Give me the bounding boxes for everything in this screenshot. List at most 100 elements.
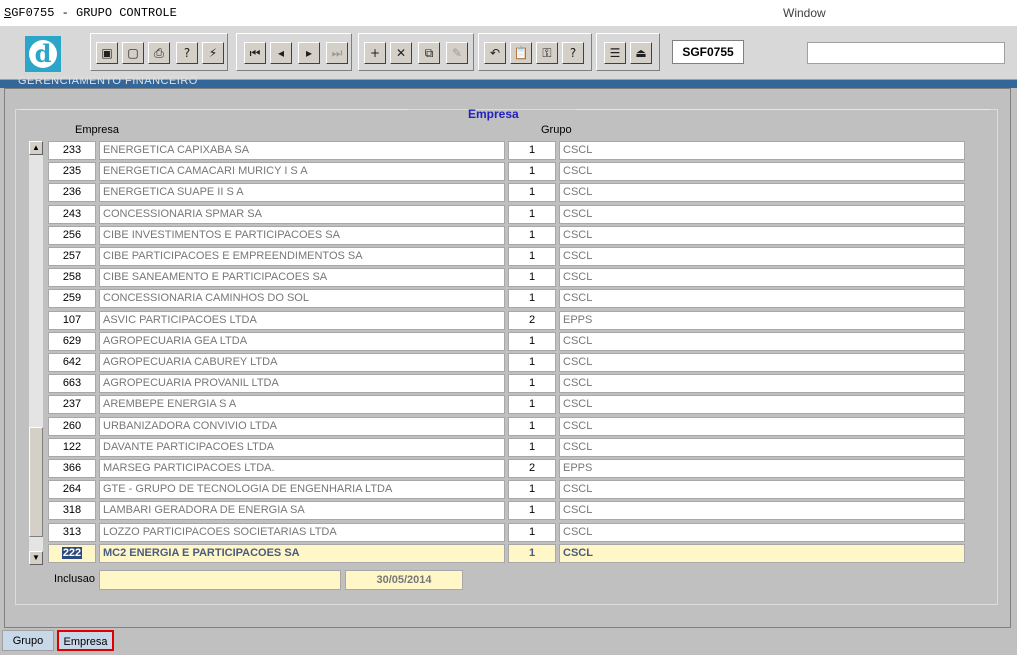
- grupo-name-field[interactable]: CSCL: [559, 353, 965, 372]
- grupo-code-field[interactable]: 2: [508, 459, 556, 478]
- grupo-code-field[interactable]: 1: [508, 225, 556, 245]
- empresa-code-field[interactable]: 233: [48, 141, 96, 160]
- first-record-icon[interactable]: ⏮: [244, 42, 266, 64]
- empresa-code-field[interactable]: 236: [48, 183, 96, 203]
- grupo-name-field[interactable]: CSCL: [559, 374, 965, 394]
- empresa-code-field[interactable]: 642: [48, 353, 96, 372]
- query-icon[interactable]: ?: [176, 42, 198, 64]
- empresa-code-field[interactable]: 260: [48, 416, 96, 436]
- empresa-name-field[interactable]: MC2 ENERGIA E PARTICIPACOES SA: [99, 543, 505, 563]
- empresa-code-field[interactable]: 259: [48, 289, 96, 309]
- grupo-name-field[interactable]: CSCL: [559, 543, 965, 563]
- grupo-name-field[interactable]: CSCL: [559, 289, 965, 309]
- grupo-code-field[interactable]: 1: [508, 183, 556, 203]
- grupo-name-field[interactable]: CSCL: [559, 268, 965, 288]
- empresa-name-field[interactable]: ASVIC PARTICIPACOES LTDA: [99, 310, 505, 330]
- undo-icon[interactable]: ↶: [484, 42, 506, 64]
- empresa-code-field[interactable]: 122: [48, 437, 96, 457]
- exit-icon[interactable]: ⏏: [630, 42, 652, 64]
- grupo-code-field[interactable]: 1: [508, 543, 556, 563]
- grupo-code-field[interactable]: 1: [508, 522, 556, 542]
- grupo-name-field[interactable]: CSCL: [559, 183, 965, 203]
- empresa-code-field[interactable]: 235: [48, 162, 96, 182]
- empresa-name-field[interactable]: MARSEG PARTICIPACOES LTDA.: [99, 459, 505, 478]
- key-icon[interactable]: ⚿: [536, 42, 558, 64]
- last-record-icon[interactable]: ⏭: [326, 42, 348, 64]
- grupo-code-field[interactable]: 1: [508, 437, 556, 457]
- empresa-name-field[interactable]: CIBE INVESTIMENTOS E PARTICIPACOES SA: [99, 225, 505, 245]
- grupo-name-field[interactable]: CSCL: [559, 247, 965, 266]
- empresa-name-field[interactable]: CONCESSIONARIA CAMINHOS DO SOL: [99, 289, 505, 309]
- empresa-code-field[interactable]: 243: [48, 204, 96, 224]
- empresa-code-field[interactable]: 318: [48, 501, 96, 521]
- empresa-name-field[interactable]: ENERGETICA SUAPE II S A: [99, 183, 505, 203]
- grupo-name-field[interactable]: CSCL: [559, 225, 965, 245]
- grupo-code-field[interactable]: 1: [508, 395, 556, 415]
- menu-window[interactable]: Window: [783, 6, 826, 20]
- empresa-code-field[interactable]: 629: [48, 331, 96, 351]
- grupo-code-field[interactable]: 2: [508, 310, 556, 330]
- empresa-code-field[interactable]: 264: [48, 480, 96, 500]
- menu-icon[interactable]: ☰: [604, 42, 626, 64]
- grupo-code-field[interactable]: 1: [508, 416, 556, 436]
- records-scrollbar[interactable]: ▲ ▼: [29, 141, 43, 565]
- empresa-name-field[interactable]: CIBE SANEAMENTO E PARTICIPACOES SA: [99, 268, 505, 288]
- empresa-code-field[interactable]: 237: [48, 395, 96, 415]
- empresa-code-field[interactable]: 313: [48, 522, 96, 542]
- delete-record-icon[interactable]: ✕: [390, 42, 412, 64]
- edit-icon[interactable]: ✎: [446, 42, 468, 64]
- empresa-name-field[interactable]: DAVANTE PARTICIPACOES LTDA: [99, 437, 505, 457]
- empresa-code-field[interactable]: 107: [48, 310, 96, 330]
- empresa-name-field[interactable]: CONCESSIONARIA SPMAR SA: [99, 204, 505, 224]
- insert-record-icon[interactable]: +: [364, 42, 386, 64]
- grupo-code-field[interactable]: 1: [508, 162, 556, 182]
- inclusao-user-field[interactable]: [99, 570, 341, 590]
- empresa-name-field[interactable]: AREMBEPE ENERGIA S A: [99, 395, 505, 415]
- empresa-code-field[interactable]: 256: [48, 225, 96, 245]
- scroll-thumb[interactable]: [29, 427, 43, 537]
- grupo-code-field[interactable]: 1: [508, 374, 556, 394]
- empresa-code-field[interactable]: 222: [48, 543, 96, 563]
- grupo-name-field[interactable]: CSCL: [559, 501, 965, 521]
- grupo-code-field[interactable]: 1: [508, 268, 556, 288]
- empresa-name-field[interactable]: AGROPECUARIA PROVANIL LTDA: [99, 374, 505, 394]
- prev-record-icon[interactable]: ◂: [270, 42, 292, 64]
- empresa-code-field[interactable]: 366: [48, 459, 96, 478]
- grupo-code-field[interactable]: 1: [508, 480, 556, 500]
- empresa-name-field[interactable]: AGROPECUARIA CABUREY LTDA: [99, 353, 505, 372]
- window-icon[interactable]: ▢: [122, 42, 144, 64]
- help-icon[interactable]: ?: [562, 42, 584, 64]
- empresa-name-field[interactable]: CIBE PARTICIPACOES E EMPREENDIMENTOS SA: [99, 247, 505, 266]
- scroll-down-icon[interactable]: ▼: [29, 551, 43, 565]
- clipboard-icon[interactable]: 📋: [510, 42, 532, 64]
- duplicate-record-icon[interactable]: ⧉: [418, 42, 440, 64]
- tab-grupo[interactable]: Grupo: [2, 630, 54, 651]
- grupo-code-field[interactable]: 1: [508, 501, 556, 521]
- grupo-code-field[interactable]: 1: [508, 289, 556, 309]
- grupo-name-field[interactable]: CSCL: [559, 204, 965, 224]
- grupo-name-field[interactable]: CSCL: [559, 331, 965, 351]
- empresa-name-field[interactable]: LOZZO PARTICIPACOES SOCIETARIAS LTDA: [99, 522, 505, 542]
- grupo-name-field[interactable]: EPPS: [559, 459, 965, 478]
- empresa-code-field[interactable]: 257: [48, 247, 96, 266]
- grupo-name-field[interactable]: CSCL: [559, 437, 965, 457]
- grupo-code-field[interactable]: 1: [508, 141, 556, 160]
- grupo-name-field[interactable]: CSCL: [559, 522, 965, 542]
- empresa-name-field[interactable]: ENERGETICA CAMACARI MURICY I S A: [99, 162, 505, 182]
- print-icon[interactable]: ⎙: [148, 42, 170, 64]
- inclusao-date-field[interactable]: 30/05/2014: [345, 570, 463, 590]
- tab-empresa[interactable]: Empresa: [57, 630, 114, 651]
- grupo-name-field[interactable]: CSCL: [559, 162, 965, 182]
- grupo-code-field[interactable]: 1: [508, 353, 556, 372]
- empresa-code-field[interactable]: 663: [48, 374, 96, 394]
- scroll-up-icon[interactable]: ▲: [29, 141, 43, 155]
- grupo-name-field[interactable]: CSCL: [559, 395, 965, 415]
- empresa-name-field[interactable]: URBANIZADORA CONVIVIO LTDA: [99, 416, 505, 436]
- grupo-name-field[interactable]: CSCL: [559, 141, 965, 160]
- execute-query-icon[interactable]: ⚡: [202, 42, 224, 64]
- next-record-icon[interactable]: ▸: [298, 42, 320, 64]
- empresa-name-field[interactable]: AGROPECUARIA GEA LTDA: [99, 331, 505, 351]
- grupo-name-field[interactable]: CSCL: [559, 480, 965, 500]
- grupo-code-field[interactable]: 1: [508, 247, 556, 266]
- save-icon[interactable]: ▣: [96, 42, 118, 64]
